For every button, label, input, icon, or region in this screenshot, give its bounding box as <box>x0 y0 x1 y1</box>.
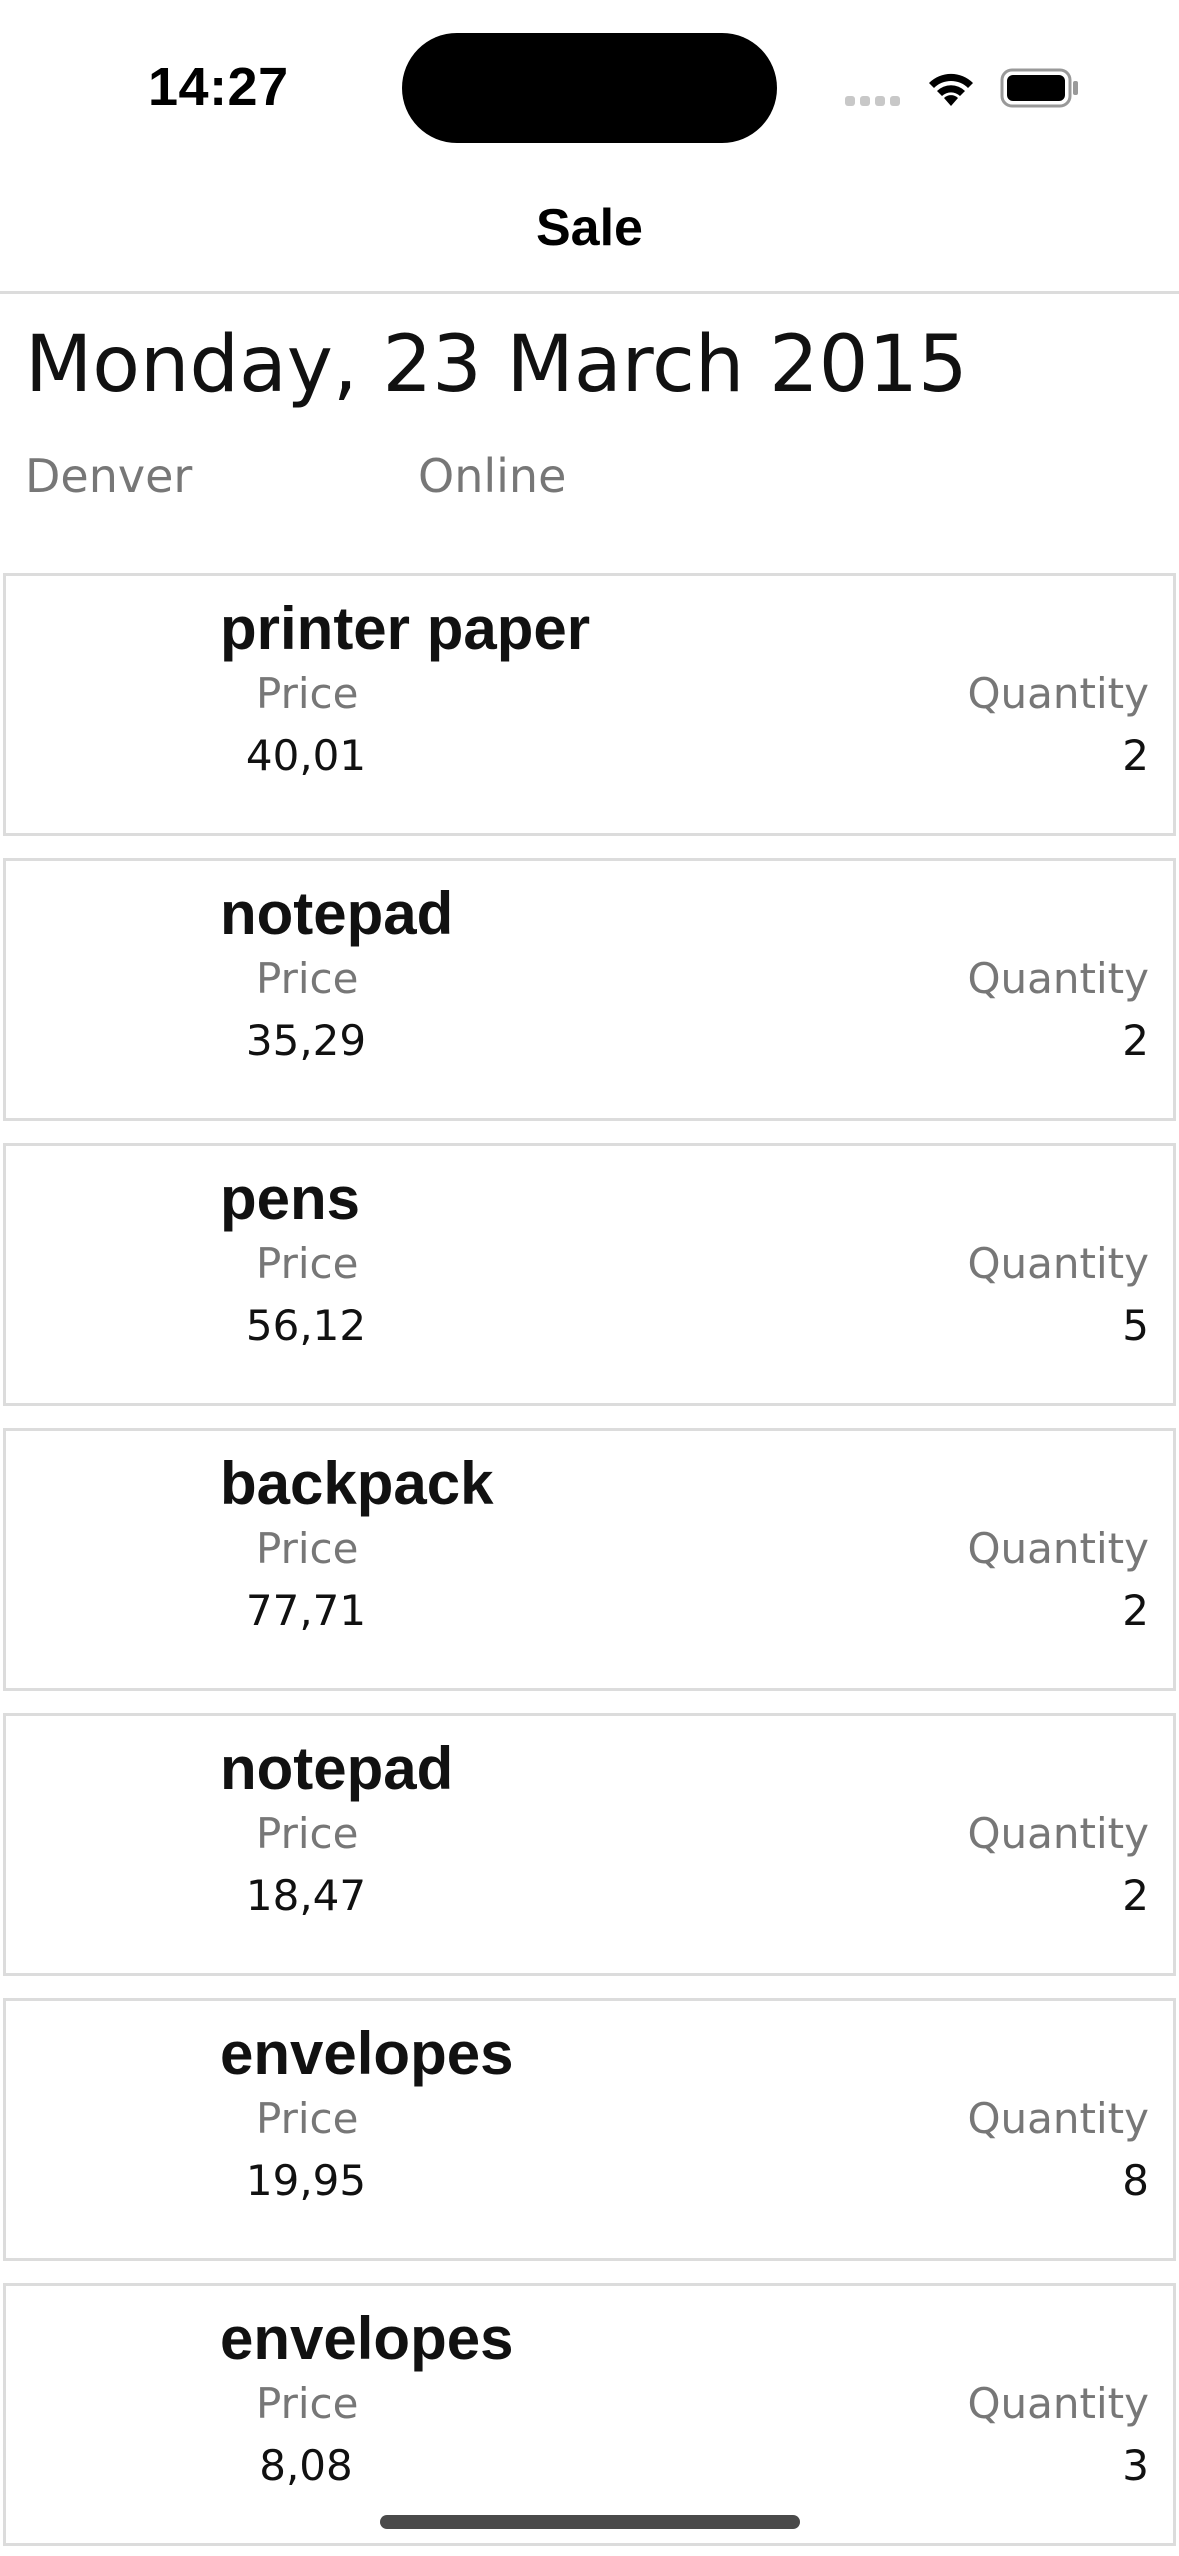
home-indicator[interactable] <box>380 2515 800 2529</box>
list-item[interactable]: envelopes Price 8,08 Quantity 3 <box>3 2283 1176 2546</box>
dynamic-island <box>402 33 777 143</box>
price-value: 19,95 <box>245 2156 367 2205</box>
price-label: Price <box>256 2379 359 2428</box>
quantity-value: 2 <box>1122 1871 1149 1920</box>
quantity-value: 2 <box>1122 1016 1149 1065</box>
status-time: 14:27 <box>148 57 289 117</box>
item-name: printer paper <box>220 595 591 662</box>
quantity-label: Quantity <box>967 669 1150 718</box>
status-bar: 14:27 <box>0 0 1179 170</box>
price-value: 77,71 <box>245 1586 367 1635</box>
price-value: 40,01 <box>245 731 367 780</box>
item-name: envelopes <box>220 2305 514 2372</box>
quantity-label: Quantity <box>967 954 1150 1003</box>
quantity-label: Quantity <box>967 2094 1150 2143</box>
quantity-label: Quantity <box>967 1239 1150 1288</box>
price-value: 56,12 <box>245 1301 367 1350</box>
navigation-bar: Sale <box>0 170 1179 294</box>
page-title: Sale <box>536 199 643 257</box>
list-item[interactable]: backpack Price 77,71 Quantity 2 <box>3 1428 1176 1691</box>
price-label: Price <box>256 954 359 1003</box>
list-item[interactable]: pens Price 56,12 Quantity 5 <box>3 1143 1176 1406</box>
item-name: envelopes <box>220 2020 514 2087</box>
list-item[interactable]: envelopes Price 19,95 Quantity 8 <box>3 1998 1176 2261</box>
sale-location: Denver <box>25 449 193 503</box>
battery-icon <box>1000 68 1078 108</box>
quantity-label: Quantity <box>967 2379 1150 2428</box>
item-name: notepad <box>220 1735 454 1802</box>
item-name: pens <box>220 1165 361 1232</box>
price-value: 8,08 <box>259 2441 353 2490</box>
quantity-value: 2 <box>1122 731 1149 780</box>
quantity-label: Quantity <box>967 1524 1150 1573</box>
quantity-value: 8 <box>1122 2156 1149 2205</box>
price-label: Price <box>256 1524 359 1573</box>
price-label: Price <box>256 1809 359 1858</box>
price-label: Price <box>256 2094 359 2143</box>
price-value: 35,29 <box>245 1016 367 1065</box>
price-label: Price <box>256 669 359 718</box>
price-value: 18,47 <box>245 1871 367 1920</box>
quantity-value: 5 <box>1122 1301 1149 1350</box>
quantity-value: 3 <box>1122 2441 1149 2490</box>
wifi-icon <box>929 73 973 106</box>
item-name: notepad <box>220 880 454 947</box>
list-item[interactable]: notepad Price 35,29 Quantity 2 <box>3 858 1176 1121</box>
list-item[interactable]: notepad Price 18,47 Quantity 2 <box>3 1713 1176 1976</box>
cellular-signal-icon <box>845 96 905 108</box>
sale-channel: Online <box>418 449 567 503</box>
quantity-value: 2 <box>1122 1586 1149 1635</box>
sale-date: Monday, 23 March 2015 <box>25 320 968 410</box>
list-item[interactable]: printer paper Price 40,01 Quantity 2 <box>3 573 1176 836</box>
item-name: backpack <box>220 1450 494 1517</box>
price-label: Price <box>256 1239 359 1288</box>
quantity-label: Quantity <box>967 1809 1150 1858</box>
